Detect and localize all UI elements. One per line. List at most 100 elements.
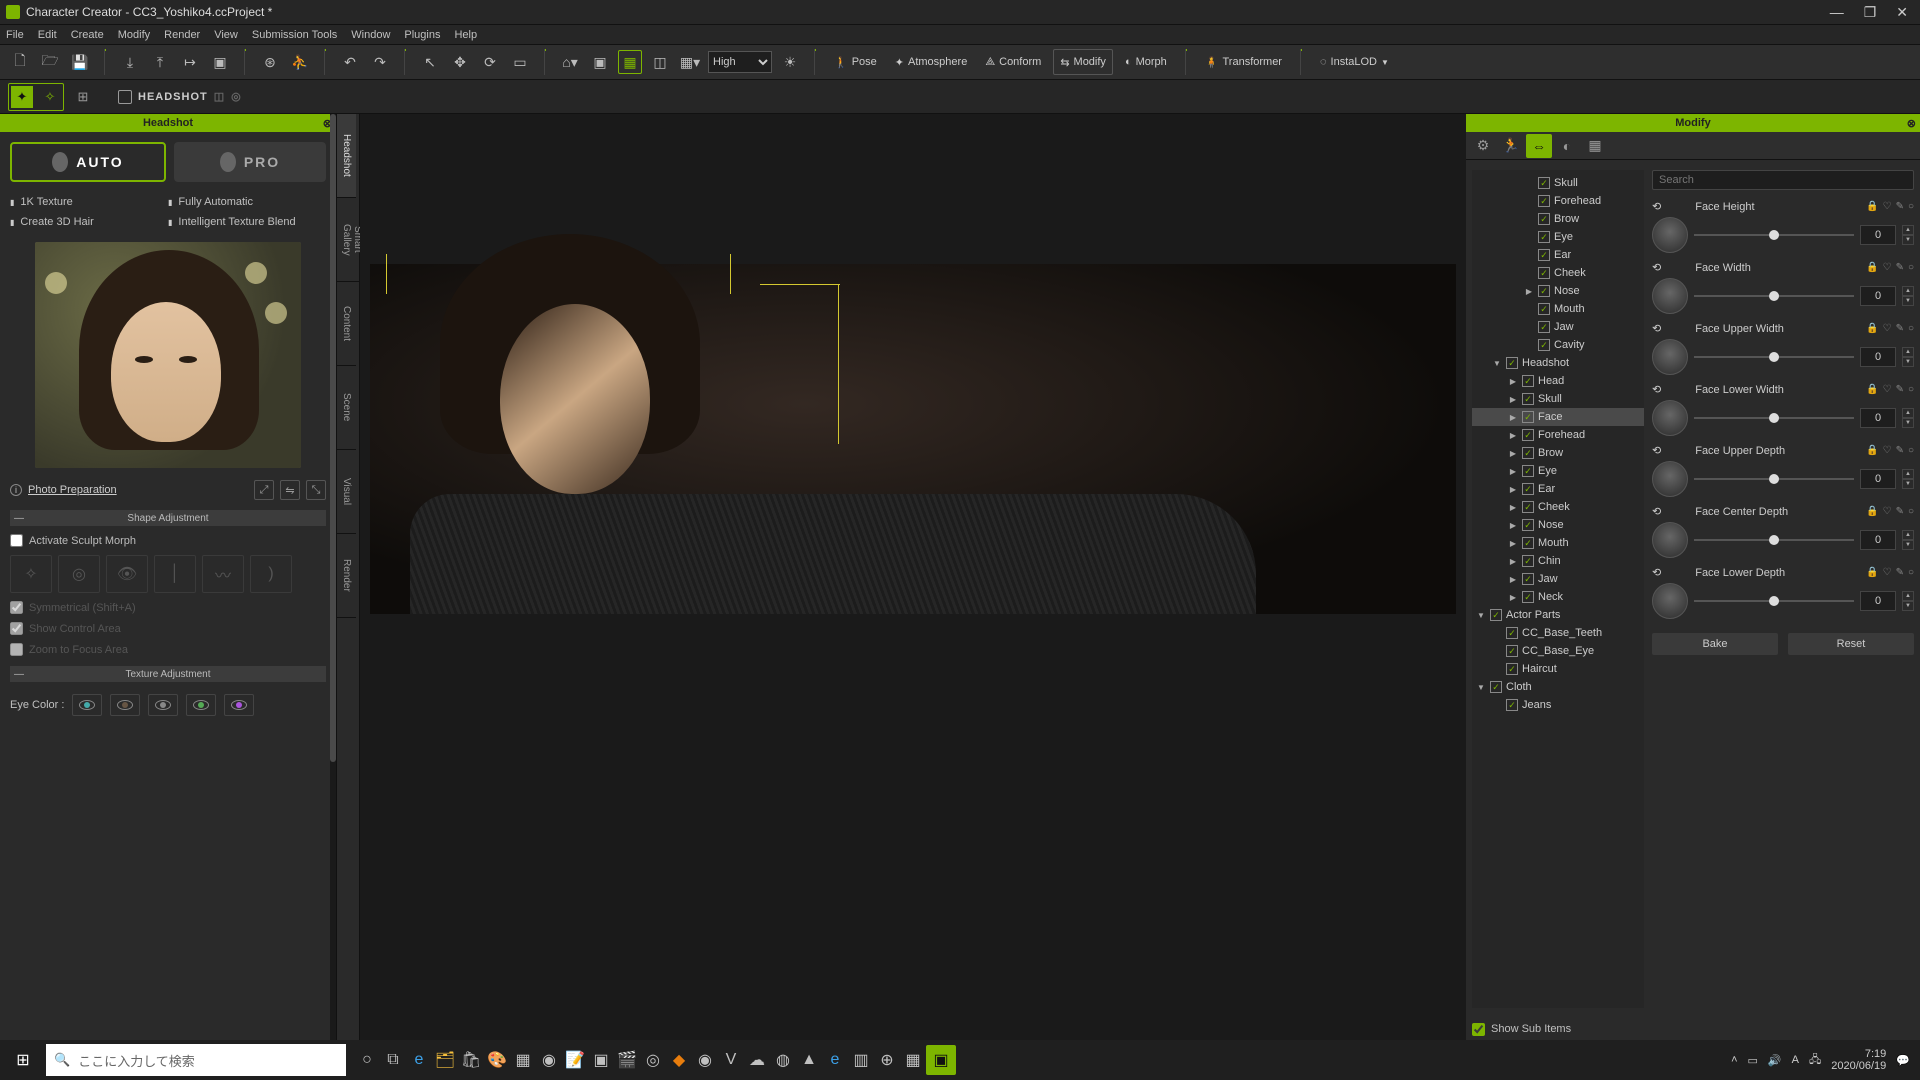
tree-node[interactable]: ▶✓Forehead — [1472, 426, 1644, 444]
app-icon[interactable]: ▲ — [796, 1040, 822, 1080]
heart-icon[interactable]: ♡ — [1883, 384, 1892, 395]
app-icon[interactable]: ▥ — [848, 1040, 874, 1080]
menu-window[interactable]: Window — [351, 29, 390, 41]
tab-motion-icon[interactable]: 🏃 — [1498, 134, 1524, 158]
tree-node[interactable]: ▶✓Eye — [1472, 462, 1644, 480]
tree-node[interactable]: ✓Skull — [1472, 174, 1644, 192]
sidetab-render[interactable]: Render — [337, 534, 356, 618]
lock-icon[interactable]: 🔒 — [1866, 567, 1878, 578]
lock-icon[interactable]: 🔒 — [1866, 445, 1878, 456]
headshot-icon-b[interactable]: ◎ — [231, 90, 242, 103]
tree-node[interactable]: ✓CC_Base_Teeth — [1472, 624, 1644, 642]
eye-color-swatch[interactable] — [186, 694, 216, 716]
bake-button[interactable]: Bake — [1652, 633, 1778, 655]
arrow-icon[interactable]: ↖ — [418, 50, 442, 74]
heart-icon[interactable]: ♡ — [1883, 445, 1892, 456]
edit-icon[interactable]: ✎ — [1896, 506, 1904, 517]
menu-edit[interactable]: Edit — [38, 29, 57, 41]
tree-node[interactable]: ✓Mouth — [1472, 300, 1644, 318]
slider-spinner[interactable]: ▲▼ — [1902, 286, 1914, 306]
tree-node[interactable]: ✓Jaw — [1472, 318, 1644, 336]
wireframe-icon[interactable]: ⊞ — [72, 86, 94, 108]
slider-spinner[interactable]: ▲▼ — [1902, 347, 1914, 367]
tab-grid-icon[interactable]: ▦ — [1582, 134, 1608, 158]
app-icon[interactable]: ▦ — [510, 1040, 536, 1080]
tree-node[interactable]: ▶✓Neck — [1472, 588, 1644, 606]
conform-button[interactable]: ⟁Conform — [979, 49, 1047, 75]
taskview-icon[interactable]: ⧉ — [380, 1040, 406, 1080]
panel-close-icon[interactable]: ⊗ — [1907, 117, 1916, 130]
slider-spinner[interactable]: ▲▼ — [1902, 469, 1914, 489]
lock-icon[interactable]: 🔒 — [1866, 262, 1878, 273]
tree-node[interactable]: ▶✓Mouth — [1472, 534, 1644, 552]
cc-app-icon[interactable]: ▣ — [926, 1045, 956, 1075]
atmosphere-button[interactable]: ✦Atmosphere — [889, 49, 974, 75]
store-icon[interactable]: 🛍 — [458, 1040, 484, 1080]
tree-node[interactable]: ▶✓Cheek — [1472, 498, 1644, 516]
tree-node[interactable]: ▶✓Brow — [1472, 444, 1644, 462]
rotate-icon[interactable]: ⟳ — [478, 50, 502, 74]
tree-node[interactable]: ✓Cavity — [1472, 336, 1644, 354]
slider-value[interactable] — [1860, 225, 1896, 245]
edit-icon[interactable]: ✎ — [1896, 384, 1904, 395]
lock-icon[interactable]: 🔒 — [1866, 384, 1878, 395]
reset-icon[interactable]: ○ — [1908, 445, 1914, 456]
edit-icon[interactable]: ✎ — [1896, 201, 1904, 212]
photo-prep-link[interactable]: Photo Preparation — [28, 484, 117, 496]
slider-value[interactable] — [1860, 469, 1896, 489]
frame-icon[interactable]: ▣ — [588, 50, 612, 74]
shape-adjustment-header[interactable]: —Shape Adjustment — [10, 510, 326, 526]
maximize-icon[interactable]: ❐ — [1864, 4, 1877, 21]
taskbar-clock[interactable]: 7:19 2020/06/19 — [1831, 1048, 1886, 1072]
pose-button[interactable]: 🚶Pose — [828, 49, 883, 75]
menu-modify[interactable]: Modify — [118, 29, 150, 41]
sidetab-scene[interactable]: Scene — [337, 366, 356, 450]
app-icon[interactable]: ◉ — [536, 1040, 562, 1080]
eye-color-swatch[interactable] — [224, 694, 254, 716]
app-icon[interactable]: ▦ — [900, 1040, 926, 1080]
reset-icon[interactable]: ○ — [1908, 201, 1914, 212]
new-icon[interactable]: 🗋 — [8, 50, 32, 74]
tree-node[interactable]: ▶✓Jaw — [1472, 570, 1644, 588]
tree-node[interactable]: ✓Eye — [1472, 228, 1644, 246]
slider-spinner[interactable]: ▲▼ — [1902, 530, 1914, 550]
app-icon[interactable]: 📝 — [562, 1040, 588, 1080]
edit-icon[interactable]: ✎ — [1896, 262, 1904, 273]
tab-texture-icon[interactable]: ◐ — [1554, 134, 1580, 158]
tab-adjust-icon[interactable]: ⚙ — [1470, 134, 1496, 158]
blender-icon[interactable]: ◆ — [666, 1040, 692, 1080]
slider-value[interactable] — [1860, 408, 1896, 428]
show-sub-items-checkbox[interactable]: Show Sub Items — [1466, 1018, 1920, 1040]
lock-icon[interactable]: 🔒 — [1866, 201, 1878, 212]
tree-node[interactable]: ✓Cheek — [1472, 264, 1644, 282]
package-icon[interactable]: ▣ — [208, 50, 232, 74]
view-icon[interactable]: ▦▾ — [678, 50, 702, 74]
crop-icon[interactable]: ⤢ — [254, 480, 274, 500]
tree-node[interactable]: ✓Jeans — [1472, 696, 1644, 714]
taskbar-search[interactable]: 🔍 ここに入力して検索 — [46, 1044, 346, 1076]
quality-select[interactable]: High — [708, 51, 772, 73]
app-icon[interactable]: V — [718, 1040, 744, 1080]
auto-mode-button[interactable]: AUTO — [10, 142, 166, 182]
slider-track[interactable] — [1694, 412, 1854, 424]
viewport-3d[interactable] — [360, 114, 1466, 1040]
tree-node[interactable]: ▼✓Actor Parts — [1472, 606, 1644, 624]
heart-icon[interactable]: ♡ — [1883, 201, 1892, 212]
app-icon[interactable]: ☁ — [744, 1040, 770, 1080]
edit-icon[interactable]: ✎ — [1896, 323, 1904, 334]
globe-icon[interactable]: ⊛ — [258, 50, 282, 74]
save-icon[interactable]: 💾 — [68, 50, 92, 74]
network-icon[interactable]: 🖧 — [1809, 1051, 1821, 1070]
instalod-button[interactable]: ◌InstaLOD▼ — [1314, 49, 1395, 75]
tree-node[interactable]: ✓Ear — [1472, 246, 1644, 264]
app-icon[interactable]: ◎ — [640, 1040, 666, 1080]
menu-view[interactable]: View — [214, 29, 238, 41]
sidetab-visual[interactable]: Visual — [337, 450, 356, 534]
start-button[interactable]: ⊞ — [0, 1040, 46, 1080]
slider-value[interactable] — [1860, 591, 1896, 611]
eye-color-swatch[interactable] — [148, 694, 178, 716]
slider-track[interactable] — [1694, 595, 1854, 607]
app-icon[interactable]: 🎨 — [484, 1040, 510, 1080]
menu-plugins[interactable]: Plugins — [404, 29, 440, 41]
headshot-icon-a[interactable]: ◫ — [214, 90, 225, 103]
